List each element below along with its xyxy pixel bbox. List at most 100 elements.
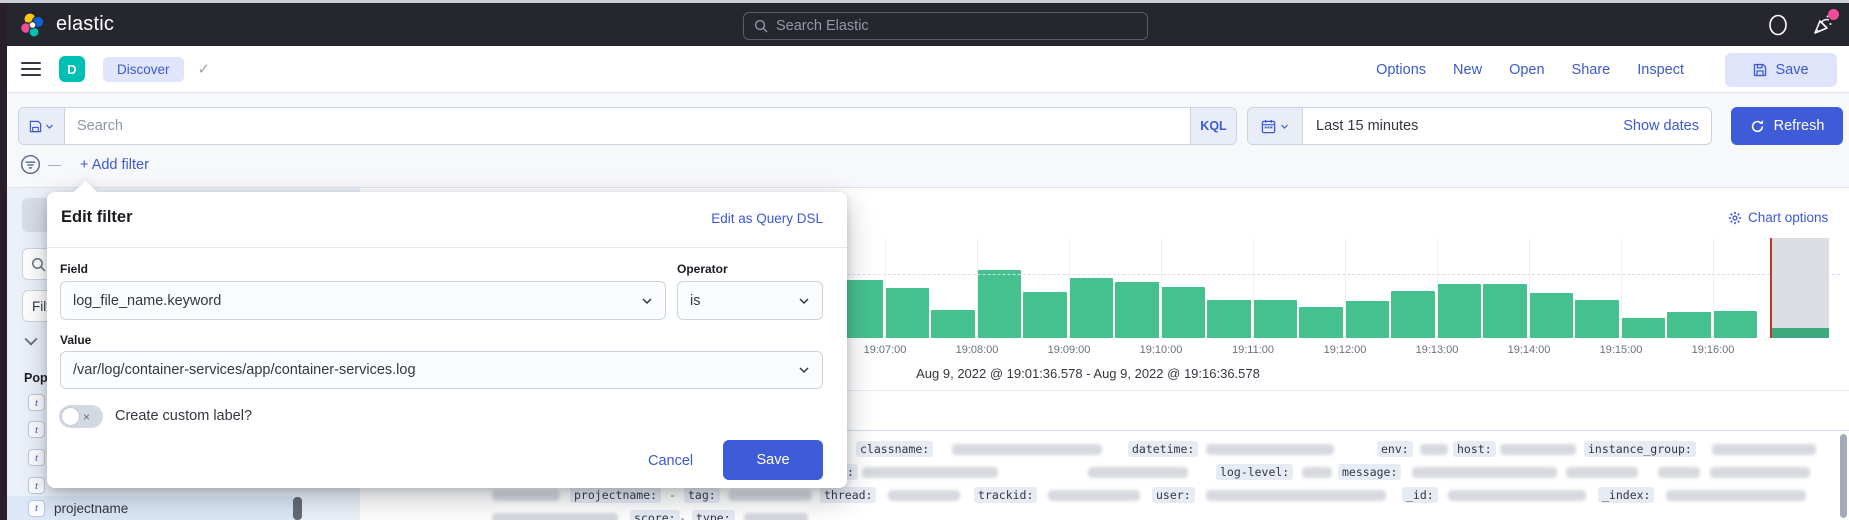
histogram-bar[interactable] — [1207, 300, 1251, 338]
histogram-bar[interactable] — [1161, 287, 1205, 338]
save-query-icon — [29, 120, 42, 133]
save-button[interactable]: Save — [1725, 53, 1837, 87]
field-name-pill[interactable]: env: — [1377, 441, 1413, 457]
chart-vertical-gridline — [1161, 238, 1162, 338]
menu-icon[interactable] — [21, 62, 41, 76]
field-select[interactable]: log_file_name.keyword — [60, 281, 666, 320]
field-name-pill[interactable]: tag: — [684, 487, 720, 503]
popular-section-label: Pop — [24, 371, 48, 385]
new-button[interactable]: New — [1453, 62, 1482, 78]
redacted-value — [492, 513, 618, 520]
chevron-down-icon[interactable] — [24, 336, 38, 348]
newsfeed-icon[interactable] — [1811, 13, 1835, 37]
dialog-title: Edit filter — [61, 208, 133, 227]
histogram-bar[interactable] — [1299, 307, 1343, 338]
global-search-input[interactable]: Search Elastic — [743, 12, 1148, 40]
histogram-bar[interactable] — [1667, 312, 1711, 338]
field-name: projectname — [54, 501, 128, 516]
global-search-placeholder: Search Elastic — [776, 18, 869, 34]
field-name-pill[interactable]: trackid: — [974, 487, 1037, 503]
calendar-icon — [1261, 119, 1276, 134]
chart-vertical-gridline — [977, 238, 978, 338]
x-axis-tick-label: 19:10:00 — [1140, 344, 1183, 356]
discover-app: elastic Search Elastic — [0, 0, 1849, 520]
sidebar-scrollbar[interactable] — [293, 497, 302, 520]
sidebar-field-projectname[interactable]: t projectname — [7, 496, 293, 520]
histogram-bar[interactable] — [1023, 292, 1067, 338]
histogram-bar[interactable] — [1253, 300, 1297, 338]
dialog-divider — [47, 247, 847, 248]
filter-pin-divider: — — [48, 157, 61, 172]
field-name-pill[interactable]: _index: — [1598, 487, 1654, 503]
histogram-bar[interactable] — [1345, 301, 1389, 338]
value-select[interactable]: /var/log/container-services/app/containe… — [60, 351, 823, 389]
main-scrollbar[interactable] — [1840, 434, 1847, 518]
open-button[interactable]: Open — [1509, 62, 1544, 78]
breadcrumb-discover[interactable]: Discover — [103, 57, 184, 82]
x-axis-tick-label: 19:14:00 — [1508, 344, 1551, 356]
cancel-button[interactable]: Cancel — [648, 453, 693, 469]
edit-as-query-dsl-link[interactable]: Edit as Query DSL — [711, 211, 823, 226]
redacted-value — [1302, 467, 1332, 478]
redacted-value — [1206, 490, 1386, 501]
histogram-bar[interactable] — [1069, 278, 1113, 338]
top-nav-actions: Options New Open Share Inspect Save — [1376, 46, 1837, 93]
chart-options-button[interactable]: Chart options — [1728, 210, 1828, 225]
field-name-pill[interactable]: host: — [1453, 441, 1496, 457]
dialog-save-button[interactable]: Save — [723, 440, 823, 480]
share-button[interactable]: Share — [1572, 62, 1611, 78]
operator-select[interactable]: is — [677, 281, 823, 320]
field-name-pill[interactable]: type: — [692, 510, 735, 520]
redacted-value — [1712, 444, 1816, 455]
text-field-type-icon: t — [28, 500, 45, 517]
field-name-pill[interactable]: thread: — [820, 487, 876, 503]
show-dates-button[interactable]: Show dates — [1611, 108, 1711, 144]
redacted-value — [1412, 467, 1557, 478]
time-range-value[interactable]: Last 15 minutes — [1303, 108, 1611, 144]
kql-button[interactable]: KQL — [1190, 108, 1236, 144]
chart-vertical-gridline — [1069, 238, 1070, 338]
histogram-bar[interactable] — [1529, 293, 1573, 338]
field-label: Field — [60, 262, 88, 276]
refresh-button[interactable]: Refresh — [1731, 107, 1843, 145]
redacted-value — [728, 490, 812, 501]
redacted-value — [744, 513, 808, 520]
histogram-bar[interactable] — [1713, 311, 1757, 338]
space-avatar[interactable]: D — [59, 56, 85, 82]
field-name-pill[interactable]: message: — [1338, 464, 1401, 480]
help-ring-icon[interactable] — [1767, 13, 1789, 37]
filter-icon[interactable] — [20, 154, 41, 175]
custom-label-toggle[interactable]: × — [59, 405, 103, 428]
field-name-pill[interactable]: score: — [630, 510, 680, 520]
field-name-pill[interactable]: projectname: — [570, 487, 661, 503]
redacted-value — [1710, 467, 1810, 478]
histogram-bar[interactable] — [885, 288, 929, 338]
chevron-down-icon — [1280, 122, 1289, 131]
field-name-pill[interactable]: instance_group: — [1584, 441, 1696, 457]
field-name-pill[interactable]: log-level: — [1216, 464, 1293, 480]
add-filter-button[interactable]: + Add filter — [80, 157, 149, 173]
text-field-type-icon: t — [28, 449, 45, 466]
redacted-value — [1088, 467, 1188, 478]
chevron-down-icon — [45, 122, 54, 131]
chevron-down-icon — [798, 295, 810, 307]
date-menu-button[interactable] — [1248, 108, 1303, 144]
query-input[interactable]: Search — [65, 108, 1190, 144]
field-name-pill[interactable]: user: — [1152, 487, 1195, 503]
histogram-bar[interactable] — [1621, 318, 1665, 338]
field-name-pill[interactable]: _id: — [1402, 487, 1438, 503]
histogram-bar[interactable] — [1437, 284, 1481, 338]
saved-query-menu-button[interactable] — [19, 108, 65, 144]
histogram-bar[interactable] — [1115, 282, 1159, 338]
redacted-value — [1048, 490, 1140, 501]
field-name-pill[interactable]: datetime: — [1128, 441, 1198, 457]
histogram-bar[interactable] — [1575, 300, 1619, 338]
field-name-pill[interactable]: classname: — [856, 441, 933, 457]
histogram-bar[interactable] — [1483, 284, 1527, 338]
histogram-bar[interactable] — [1391, 291, 1435, 338]
options-button[interactable]: Options — [1376, 62, 1426, 78]
inspect-button[interactable]: Inspect — [1637, 62, 1684, 78]
elastic-logo[interactable]: elastic — [19, 11, 114, 39]
histogram-bar[interactable] — [977, 270, 1021, 338]
histogram-bar[interactable] — [931, 310, 975, 338]
